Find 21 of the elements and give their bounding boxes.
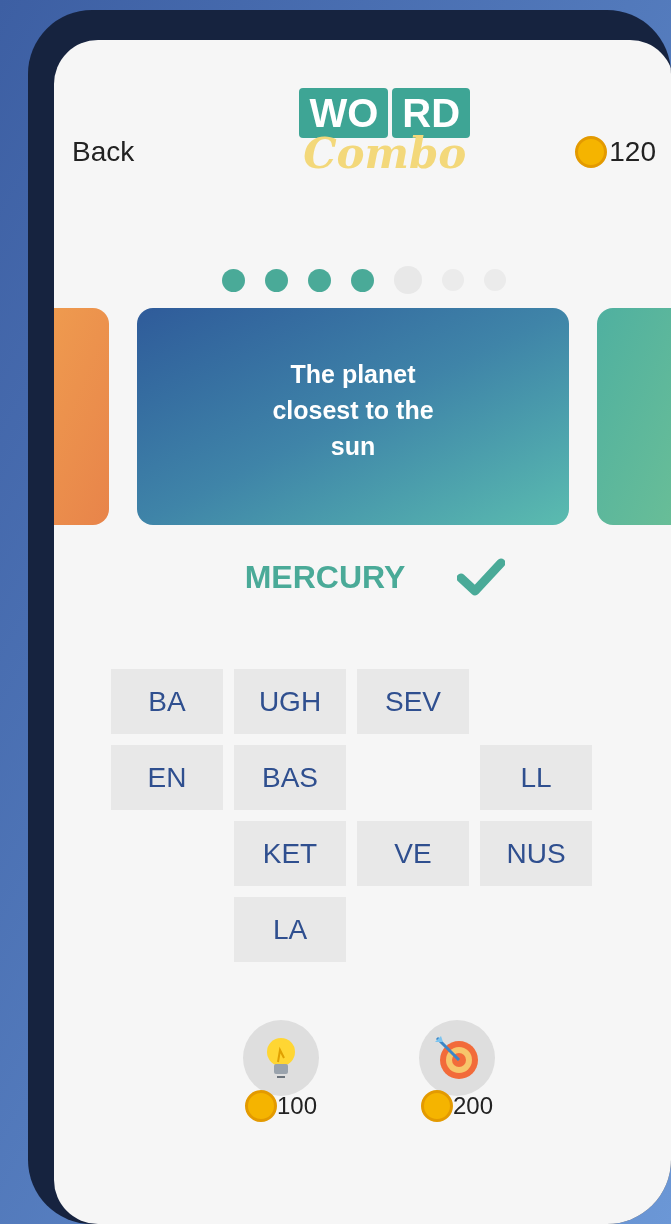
syllable-tile[interactable]: VE bbox=[357, 821, 469, 886]
clue-card: The planet closest to the sun bbox=[137, 308, 569, 525]
syllable-tile[interactable]: BAS bbox=[234, 745, 346, 810]
syllable-tile[interactable]: EN bbox=[111, 745, 223, 810]
syllable-tile[interactable]: UGH bbox=[234, 669, 346, 734]
syllable-tile[interactable]: BA bbox=[111, 669, 223, 734]
coin-icon bbox=[420, 1090, 453, 1122]
back-button[interactable]: Back bbox=[72, 131, 135, 173]
coin-icon bbox=[244, 1090, 277, 1122]
coin-balance: 120 bbox=[609, 135, 656, 169]
hint-cost: 200 bbox=[452, 1091, 493, 1121]
lightbulb-icon bbox=[264, 1036, 298, 1080]
target-icon bbox=[433, 1034, 481, 1082]
hint-cost: 100 bbox=[276, 1091, 317, 1121]
syllable-tile[interactable]: LA bbox=[234, 897, 346, 962]
answer-word: MERCURY bbox=[244, 558, 406, 597]
syllable-tile[interactable]: SEV bbox=[357, 669, 469, 734]
syllable-tile[interactable]: KET bbox=[234, 821, 346, 886]
syllable-tile[interactable]: LL bbox=[480, 745, 592, 810]
coin-icon bbox=[575, 136, 608, 168]
syllable-tile[interactable]: NUS bbox=[480, 821, 592, 886]
